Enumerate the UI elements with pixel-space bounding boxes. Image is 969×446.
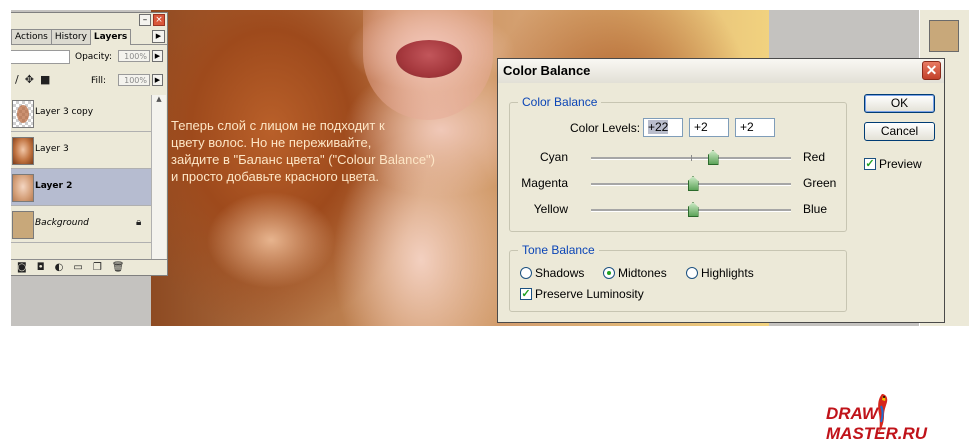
- move-lock-icon[interactable]: ✥: [25, 73, 34, 86]
- ok-button[interactable]: OK: [864, 94, 935, 113]
- scroll-up-icon[interactable]: ▲: [152, 95, 166, 105]
- preview-checkbox[interactable]: ✓: [864, 158, 876, 170]
- midtones-radio[interactable]: [603, 267, 615, 279]
- site-logo: DRAWMASTER.RU: [826, 404, 969, 444]
- color-balance-dialog: Color Balance ✕ Color Balance Color Leve…: [497, 58, 945, 323]
- layer-row[interactable]: Background 🔒︎: [11, 206, 151, 243]
- color-level-magenta-green-field[interactable]: +2: [689, 118, 729, 137]
- fill-field[interactable]: 100%: [118, 74, 150, 86]
- preserve-luminosity-label: Preserve Luminosity: [535, 287, 644, 301]
- lock-fill-row: / ✥ ■ Fill: 100% ▶: [11, 71, 167, 91]
- layer-thumbnail: [12, 100, 34, 128]
- slider-label-blue: Blue: [803, 202, 828, 216]
- logo-text-left: DRAW: [826, 404, 878, 423]
- layers-panel: – × Actions History Layers ▶ Opacity: 10…: [11, 12, 168, 276]
- layer-name: Layer 2: [35, 181, 73, 191]
- panel-tabs: Actions History Layers: [11, 29, 167, 45]
- layer-mask-icon[interactable]: ◘: [37, 262, 45, 273]
- tab-layers[interactable]: Layers: [89, 29, 132, 45]
- close-icon[interactable]: ×: [153, 14, 165, 26]
- lock-options: / ✥ ■: [15, 73, 50, 86]
- track-center-mark: [691, 155, 692, 161]
- layer-style-icon[interactable]: ◙: [17, 262, 27, 273]
- new-layer-icon[interactable]: ❐: [93, 262, 102, 273]
- slider-label-red: Red: [803, 150, 826, 164]
- padlock-icon[interactable]: ■: [40, 73, 50, 86]
- preserve-luminosity-checkbox[interactable]: ✓: [520, 288, 532, 300]
- slider-label-magenta: Magenta: [521, 176, 568, 190]
- opacity-label: Opacity:: [75, 52, 112, 62]
- highlights-radio[interactable]: [686, 267, 698, 279]
- color-level-cyan-red-value: +22: [648, 120, 669, 134]
- tone-balance-group: Tone Balance: [509, 243, 847, 312]
- color-level-cyan-red-field[interactable]: +22: [643, 118, 683, 137]
- color-balance-group-label: Color Balance: [518, 95, 602, 109]
- layer-row[interactable]: Layer 3 copy: [11, 95, 151, 132]
- color-levels-label: Color Levels:: [570, 121, 641, 135]
- shadows-radio[interactable]: [520, 267, 532, 279]
- blend-opacity-row: Opacity: 100% ▶: [11, 47, 167, 67]
- adjustment-layer-icon[interactable]: ◐: [55, 262, 64, 273]
- new-group-icon[interactable]: ▭: [73, 262, 82, 273]
- opacity-arrow-icon[interactable]: ▶: [152, 50, 163, 62]
- panel-window-buttons: – ×: [139, 14, 165, 26]
- layer-thumbnail: [12, 137, 34, 165]
- layers-footer-toolbar: ◙ ◘ ◐ ▭ ❐ 🗑︎: [11, 259, 167, 275]
- midtones-label: Midtones: [618, 266, 667, 280]
- tab-history[interactable]: History: [50, 29, 91, 44]
- brush-lock-icon[interactable]: /: [15, 73, 19, 86]
- layer-name: Background: [35, 218, 89, 228]
- lock-icon: 🔒︎: [136, 217, 142, 228]
- trash-icon[interactable]: 🗑︎: [112, 262, 125, 273]
- cancel-button[interactable]: Cancel: [864, 122, 935, 141]
- slider-label-yellow: Yellow: [533, 202, 568, 216]
- blend-mode-select[interactable]: [11, 50, 70, 64]
- close-icon[interactable]: ✕: [922, 61, 941, 80]
- minimize-icon[interactable]: –: [139, 14, 151, 26]
- fill-label: Fill:: [91, 76, 107, 86]
- panel-menu-arrow-icon[interactable]: ▶: [152, 30, 165, 43]
- color-swatch[interactable]: [929, 20, 959, 52]
- preview-label: Preview: [879, 157, 922, 171]
- layer-name: Layer 3 copy: [35, 107, 94, 117]
- fill-arrow-icon[interactable]: ▶: [152, 74, 163, 86]
- tab-actions[interactable]: Actions: [11, 29, 52, 44]
- layer-name: Layer 3: [35, 144, 69, 154]
- slider-label-green: Green: [803, 176, 837, 190]
- layer-row[interactable]: Layer 3: [11, 132, 151, 169]
- layer-row-selected[interactable]: Layer 2: [11, 169, 151, 206]
- opacity-field[interactable]: 100%: [118, 50, 150, 62]
- layer-thumbnail: [12, 174, 34, 202]
- dialog-title: Color Balance: [498, 59, 944, 83]
- slider-label-cyan: Cyan: [539, 150, 568, 164]
- color-level-yellow-blue-field[interactable]: +2: [735, 118, 775, 137]
- layer-thumbnail: [12, 211, 34, 239]
- highlights-label: Highlights: [701, 266, 754, 280]
- shadows-label: Shadows: [535, 266, 585, 280]
- tone-balance-group-label: Tone Balance: [518, 243, 599, 257]
- layers-scrollbar[interactable]: ▲: [151, 95, 166, 259]
- instruction-text: Теперь слой с лицом не подходит к цвету …: [171, 118, 435, 184]
- parrot-logo-icon: [878, 394, 888, 433]
